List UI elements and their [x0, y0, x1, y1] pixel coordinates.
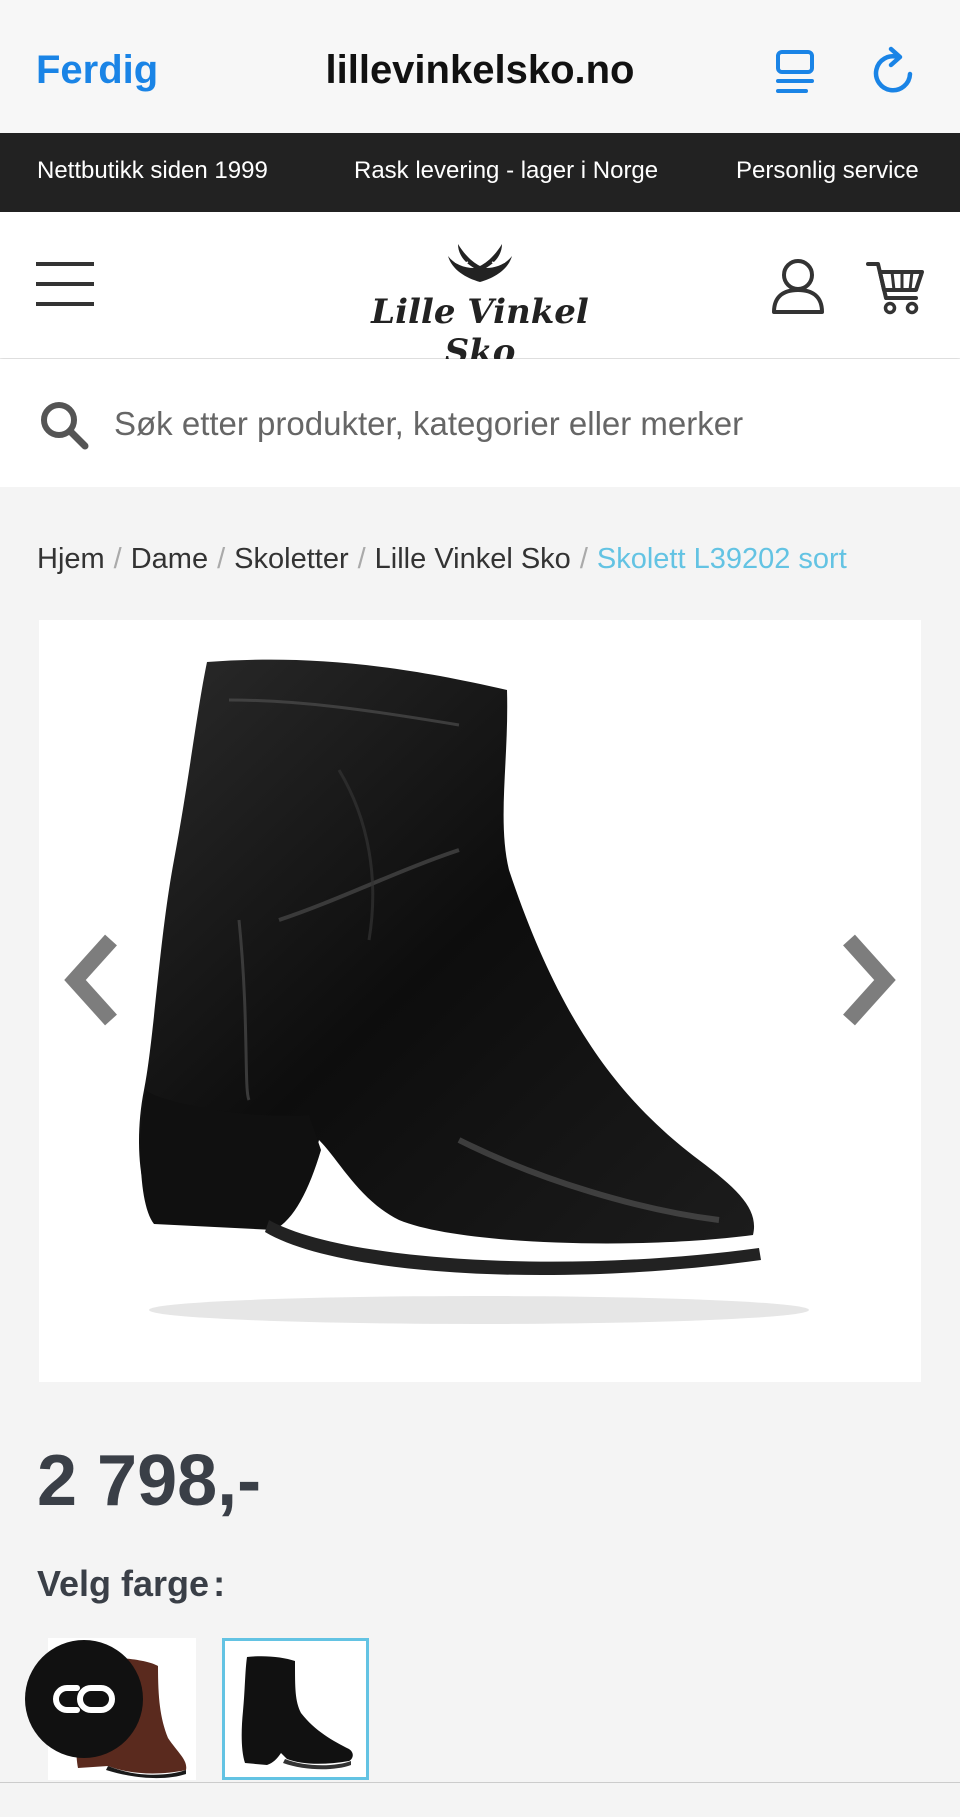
breadcrumb-current: Skolett L39202 sort [596, 543, 847, 575]
breadcrumb-separator: / [579, 543, 588, 575]
breadcrumb: Hjem / Dame / Skoletter / Lille Vinkel Sko / Sko… [37, 543, 847, 576]
antler-logo-mark [448, 244, 512, 282]
product-gallery [39, 620, 921, 1382]
color-label-colon: : [213, 1563, 226, 1604]
breadcrumb-link[interactable]: Skoletter [234, 543, 348, 575]
usp-item: Personlig service [736, 157, 919, 184]
site-logo[interactable]: Lille Vinkel Sko [340, 234, 620, 372]
search-input[interactable] [112, 393, 916, 455]
breadcrumb-link[interactable]: Dame [131, 543, 208, 575]
black-boot-thumbnail [241, 1656, 353, 1770]
user-icon[interactable] [770, 256, 826, 316]
breadcrumb-link[interactable]: Hjem [37, 543, 105, 575]
boot-image [139, 659, 809, 1324]
search-icon [38, 399, 90, 451]
site-header: Lille Vinkel Sko [0, 212, 960, 372]
color-swatch-black[interactable] [222, 1638, 369, 1780]
usp-item: Nettbutikk siden 1999 [37, 157, 268, 184]
chevron-right-icon[interactable] [831, 930, 901, 1030]
reload-icon[interactable] [866, 44, 922, 100]
cart-icon[interactable] [866, 258, 926, 316]
color-label: Velg farge: [37, 1563, 225, 1605]
reader-icon[interactable] [770, 44, 826, 100]
breadcrumb-separator: / [357, 543, 366, 575]
product-price: 2 798,- [37, 1441, 262, 1521]
breadcrumb-separator: / [217, 543, 226, 575]
bottom-bar [0, 1783, 960, 1817]
breadcrumb-separator: / [113, 543, 122, 575]
search-bar [0, 359, 960, 487]
breadcrumb-link[interactable]: Lille Vinkel Sko [375, 543, 571, 575]
menu-icon[interactable] [34, 258, 96, 310]
usp-item: Rask levering - lager i Norge [354, 157, 659, 184]
browser-toolbar: Ferdig lillevinkelsko.no [0, 0, 960, 134]
color-label-text: Velg farge [37, 1563, 210, 1604]
chat-button[interactable] [25, 1640, 143, 1758]
usp-bar: Nettbutikk siden 1999 Rask levering - la… [0, 133, 960, 212]
chat-icon [53, 1685, 115, 1713]
chevron-left-icon[interactable] [59, 930, 129, 1030]
